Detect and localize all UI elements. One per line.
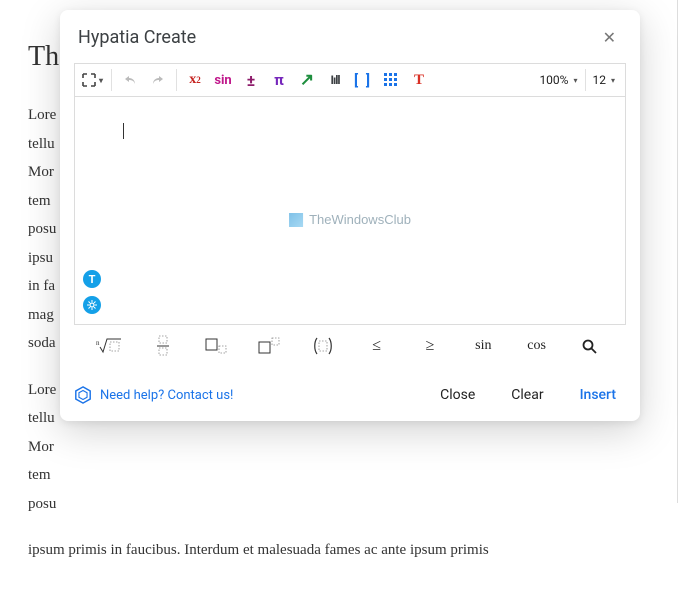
- grid-icon: [384, 73, 398, 87]
- equation-canvas[interactable]: TheWindowsClub T: [74, 97, 626, 325]
- close-button[interactable]: Close: [434, 383, 481, 407]
- close-icon[interactable]: ✕: [597, 24, 622, 51]
- grid-button[interactable]: [378, 66, 404, 94]
- cos-palette-button[interactable]: cos: [513, 333, 561, 359]
- stats-button[interactable]: Iıll: [322, 66, 348, 94]
- help-text: Need help? Contact us!: [100, 388, 233, 403]
- text-cursor: [123, 123, 128, 139]
- modal-title: Hypatia Create: [78, 27, 196, 48]
- hypatia-logo-icon: [74, 386, 92, 404]
- subscript-icon: [205, 337, 229, 355]
- watermark: TheWindowsClub: [289, 212, 411, 227]
- fit-dropdown[interactable]: [79, 66, 106, 94]
- watermark-text: TheWindowsClub: [309, 212, 411, 227]
- subscript-button[interactable]: [193, 333, 241, 359]
- separator: [111, 69, 112, 91]
- exponent-button[interactable]: x2: [182, 66, 208, 94]
- fontsize-value: 12: [592, 73, 606, 87]
- undo-icon: [123, 74, 137, 86]
- text-button[interactable]: T: [406, 66, 432, 94]
- fraction-button[interactable]: [139, 333, 187, 359]
- search-icon: [582, 339, 597, 354]
- redo-button[interactable]: [145, 66, 171, 94]
- separator: [176, 69, 177, 91]
- parentheses-button[interactable]: [299, 333, 347, 359]
- pi-button[interactable]: π: [266, 66, 292, 94]
- clear-button[interactable]: Clear: [505, 383, 549, 407]
- insert-button[interactable]: Insert: [574, 383, 622, 407]
- fit-icon: [82, 73, 96, 87]
- fraction-icon: [156, 335, 170, 357]
- side-buttons: T: [83, 270, 101, 314]
- le-button[interactable]: ≤: [353, 333, 401, 359]
- undo-button[interactable]: [117, 66, 143, 94]
- paren-icon: [312, 336, 334, 356]
- superscript-button[interactable]: [246, 333, 294, 359]
- modal-body: x2 sin ± π ↗ Iıll [ ] T 100% 12: [60, 63, 640, 375]
- zoom-select[interactable]: 100%: [533, 73, 583, 87]
- brackets-button[interactable]: [ ]: [350, 66, 376, 94]
- modal-footer: Need help? Contact us! Close Clear Inser…: [60, 375, 640, 421]
- ge-button[interactable]: ≥: [406, 333, 454, 359]
- settings-button[interactable]: [83, 296, 101, 314]
- zoom-value: 100%: [539, 73, 568, 87]
- help-link[interactable]: Need help? Contact us!: [74, 386, 233, 404]
- sin-button[interactable]: sin: [210, 66, 236, 94]
- fontsize-select[interactable]: 12: [585, 69, 621, 91]
- doc-para-3: ipsum primis in faucibus. Interdum et ma…: [28, 536, 672, 565]
- gear-icon: [87, 300, 97, 310]
- symbol-palette: n ≤ ≥ sin cos: [74, 325, 626, 365]
- toolbar: x2 sin ± π ↗ Iıll [ ] T 100% 12: [74, 63, 626, 97]
- root-icon: n: [96, 337, 124, 355]
- hypatia-modal: Hypatia Create ✕ x2 sin ± π ↗ Iıll [ ]: [60, 10, 640, 421]
- plusminus-button[interactable]: ±: [238, 66, 264, 94]
- text-mode-button[interactable]: T: [83, 270, 101, 288]
- exponent-label: x: [189, 72, 196, 88]
- search-button[interactable]: [566, 333, 614, 359]
- watermark-icon: [289, 213, 303, 227]
- svg-text:n: n: [96, 339, 100, 347]
- exponent-sup: 2: [196, 75, 201, 85]
- modal-header: Hypatia Create ✕: [60, 10, 640, 63]
- superscript-icon: [258, 337, 282, 355]
- arrow-button[interactable]: ↗: [294, 66, 320, 94]
- footer-actions: Close Clear Insert: [434, 383, 622, 407]
- root-button[interactable]: n: [86, 333, 134, 359]
- redo-icon: [151, 74, 165, 86]
- sin-palette-button[interactable]: sin: [459, 333, 507, 359]
